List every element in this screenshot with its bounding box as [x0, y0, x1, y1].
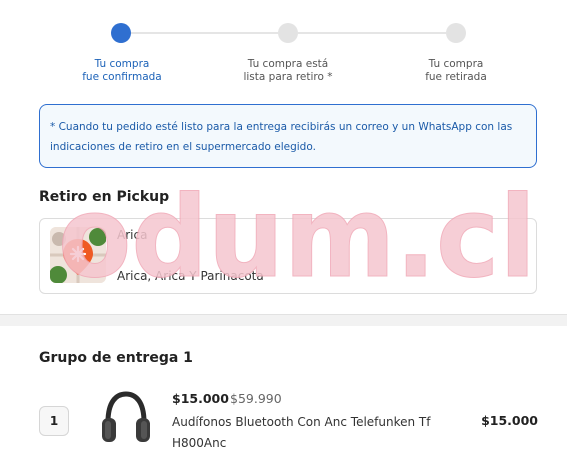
item-line-total: $15.000	[481, 413, 538, 428]
item-price-original: $59.990	[230, 391, 282, 406]
step-3-indicator	[446, 23, 466, 43]
item-product-name[interactable]: Audífonos Bluetooth Con Anc Telefunken T…	[172, 412, 442, 454]
step-1-label: Tu compra fue confirmada	[42, 58, 202, 84]
pickup-section-title: Retiro en Pickup	[39, 189, 170, 205]
headphones-product-image	[98, 388, 154, 452]
step-3-label: Tu compra fue retirada	[376, 58, 536, 84]
step-1-indicator	[111, 23, 131, 43]
item-quantity: 1	[39, 406, 69, 436]
pickup-city: Arica	[117, 228, 148, 242]
section-divider	[0, 314, 567, 326]
step-2-indicator	[278, 23, 298, 43]
pickup-notice-text: * Cuando tu pedido esté listo para la en…	[50, 121, 513, 153]
step-2-label-line2: lista para retiro *	[243, 71, 333, 83]
step-2-label: Tu compra está lista para retiro *	[208, 58, 368, 84]
step-2-label-line1: Tu compra está	[247, 58, 329, 70]
step-1-label-line2: fue confirmada	[82, 71, 162, 83]
step-connector	[298, 32, 446, 34]
pickup-store-card: Arica Arica, Arica Y Parinacota	[39, 218, 537, 294]
step-3-label-line1: Tu compra	[428, 58, 484, 70]
step-1-label-line1: Tu compra	[94, 58, 150, 70]
order-progress-stepper: Tu compra fue confirmada Tu compra está …	[0, 0, 567, 100]
store-logo-icon	[50, 227, 106, 283]
item-price-current: $15.000	[172, 391, 229, 406]
pickup-region: Arica, Arica Y Parinacota	[117, 269, 264, 283]
step-connector	[130, 32, 278, 34]
delivery-group-title: Grupo de entrega 1	[39, 350, 193, 366]
step-3-label-line2: fue retirada	[425, 71, 487, 83]
pickup-notice: * Cuando tu pedido esté listo para la en…	[39, 104, 537, 168]
